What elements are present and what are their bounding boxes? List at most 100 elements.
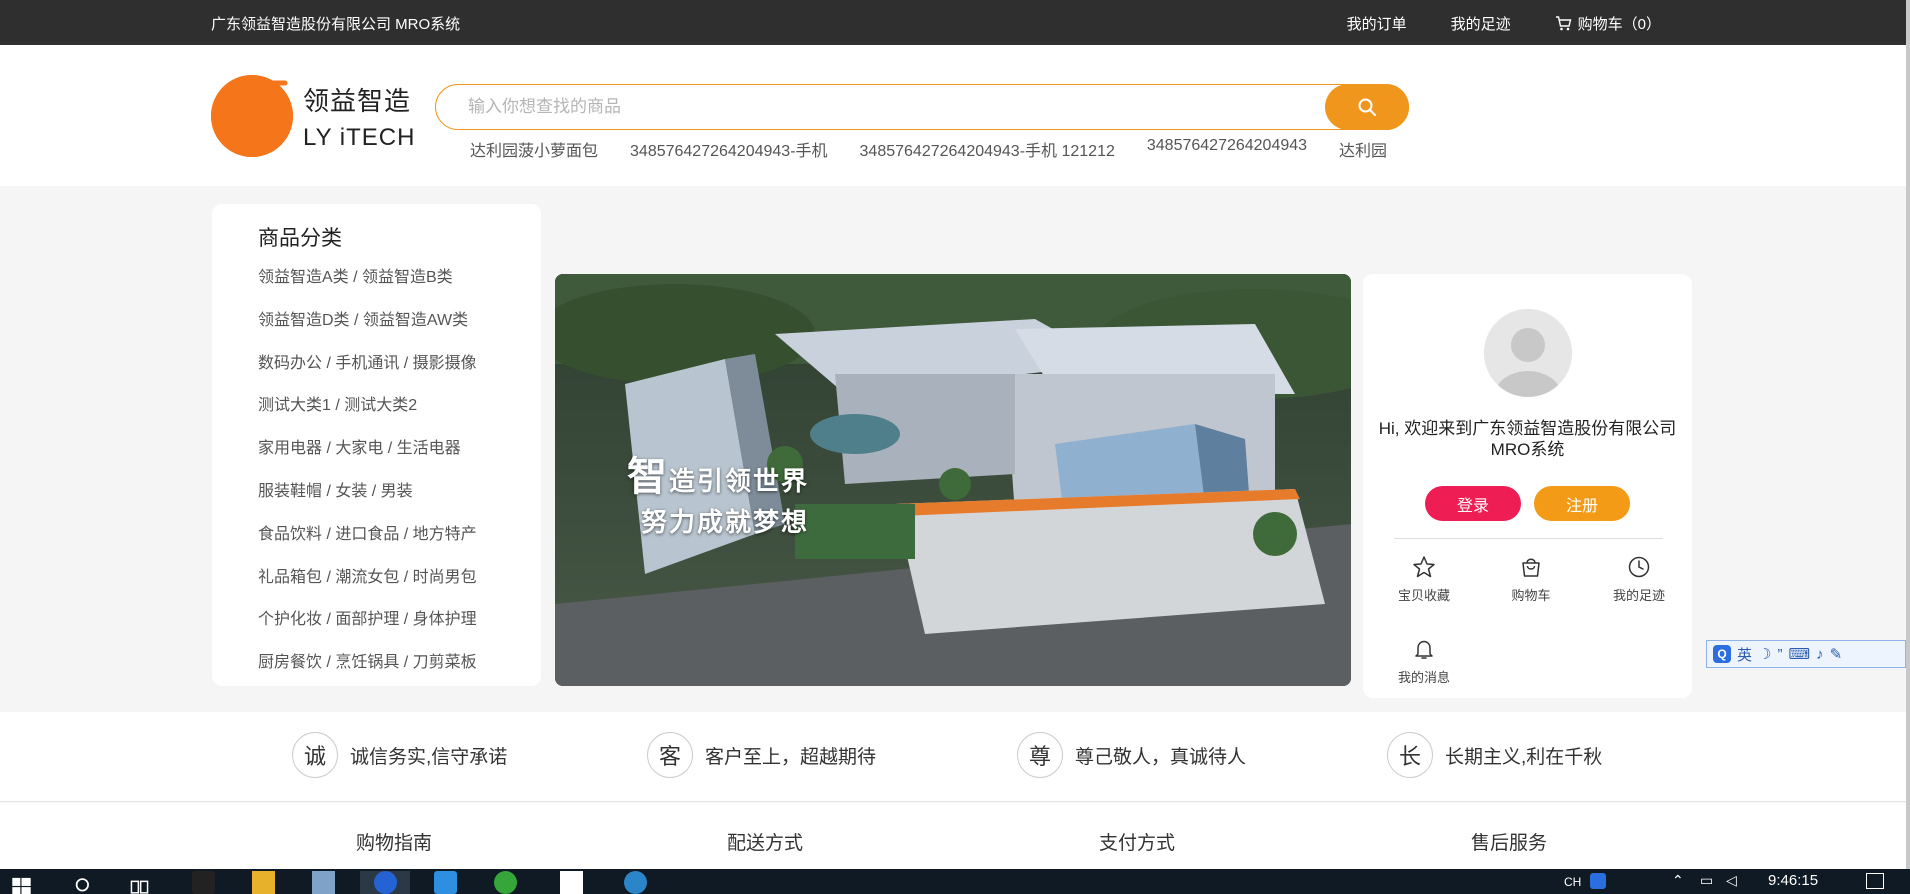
quick-favorites[interactable]: 宝贝收藏 xyxy=(1384,555,1464,604)
value-char: 尊 xyxy=(1017,732,1063,778)
cart-link[interactable]: 购物车（0） xyxy=(1555,13,1661,34)
category-item[interactable]: 个护化妆 / 面部护理 / 身体护理 xyxy=(258,605,477,648)
quick-favorites-label: 宝贝收藏 xyxy=(1397,588,1450,603)
cart-link-label: 购物车（0） xyxy=(1577,16,1661,33)
login-button[interactable]: 登录 xyxy=(1425,486,1521,521)
quick-messages-label: 我的消息 xyxy=(1397,670,1450,685)
windows-start-icon[interactable] xyxy=(10,871,33,894)
banner-slogan-big: 智 xyxy=(627,455,669,499)
hot-keyword[interactable]: 348576427264204943 xyxy=(1147,137,1307,161)
footer-link-delivery[interactable]: 配送方式 xyxy=(727,828,803,855)
value-text: 长期主义,利在千秋 xyxy=(1445,746,1603,768)
volume-icon[interactable]: ◁ xyxy=(1726,872,1737,889)
quick-footprints[interactable]: 我的足迹 xyxy=(1599,555,1679,604)
notification-icon[interactable] xyxy=(1866,873,1884,889)
register-button[interactable]: 注册 xyxy=(1534,486,1630,521)
cart-icon xyxy=(1555,16,1572,31)
moon-icon[interactable]: ☽ xyxy=(1758,645,1771,663)
search-box xyxy=(435,84,1409,130)
footer-link-guide[interactable]: 购物指南 xyxy=(356,828,432,855)
quick-cart[interactable]: 购物车 xyxy=(1491,555,1571,604)
hot-keywords: 达利园菠小萝面包 348576427264204943-手机 348576427… xyxy=(470,137,1387,161)
search-input[interactable] xyxy=(468,85,1248,129)
app-icon[interactable] xyxy=(624,871,647,894)
banner-slogan-line2: 努力成就梦想 xyxy=(641,507,810,537)
avatar xyxy=(1484,309,1572,397)
values-strip: 诚 诚信务实,信守承诺 客 客户至上，超越期待 尊 尊己敬人，真诚待人 长 长期… xyxy=(0,712,1906,802)
hot-keyword[interactable]: 达利园菠小萝面包 xyxy=(470,137,598,161)
page-scrollbar[interactable] xyxy=(1906,0,1910,869)
taskbar: CH ⌃ ▭ ◁ 9:46:15 xyxy=(0,869,1910,894)
category-item[interactable]: 家用电器 / 大家电 / 生活电器 xyxy=(258,434,477,477)
search-button[interactable] xyxy=(1325,84,1409,130)
clock-icon xyxy=(1628,556,1650,578)
header: 领益智造 LY iTECH 达利园菠小萝面包 34857642726420494… xyxy=(0,45,1906,186)
category-item[interactable]: 礼品箱包 / 潮流女包 / 时尚男包 xyxy=(258,563,477,606)
folder-icon[interactable] xyxy=(252,871,275,894)
value-item: 尊 尊己敬人，真诚待人 xyxy=(1017,732,1246,778)
footer-link-aftersales[interactable]: 售后服务 xyxy=(1471,828,1547,855)
my-orders-link[interactable]: 我的订单 xyxy=(1347,13,1407,34)
category-item[interactable]: 领益智造D类 / 领益智造AW类 xyxy=(258,306,477,349)
value-text: 客户至上，超越期待 xyxy=(705,746,877,768)
bag-icon xyxy=(1522,558,1540,577)
category-item[interactable]: 服装鞋帽 / 女装 / 男装 xyxy=(258,477,477,520)
hot-keyword[interactable]: 达利园 xyxy=(1339,137,1387,161)
logo-mark xyxy=(211,75,293,157)
search-icon[interactable] xyxy=(72,871,95,894)
welcome-text: Hi, 欢迎来到广东领益智造股份有限公司MRO系统 xyxy=(1378,419,1677,459)
ime-language[interactable]: 英 xyxy=(1737,644,1752,665)
logo[interactable]: 领益智造 LY iTECH xyxy=(211,75,415,157)
company-name: 广东领益智造股份有限公司 MRO系统 xyxy=(211,16,461,33)
app-icon[interactable] xyxy=(560,871,583,894)
chevron-up-icon[interactable]: ⌃ xyxy=(1672,872,1684,889)
punctuation-icon[interactable]: ” xyxy=(1777,646,1782,663)
app-icon[interactable] xyxy=(312,871,335,894)
value-item: 客 客户至上，超越期待 xyxy=(647,732,876,778)
category-item[interactable]: 食品饮料 / 进口食品 / 地方特产 xyxy=(258,520,477,563)
category-item[interactable]: 领益智造A类 / 领益智造B类 xyxy=(258,263,477,306)
hot-keyword[interactable]: 348576427264204943-手机 xyxy=(630,137,828,161)
divider xyxy=(1394,538,1663,539)
ime-logo-icon: Q xyxy=(1713,645,1731,663)
value-char: 长 xyxy=(1387,732,1433,778)
category-item[interactable]: 数码办公 / 手机通讯 / 摄影摄像 xyxy=(258,349,477,392)
network-icon[interactable]: ▭ xyxy=(1700,872,1713,889)
logo-text: 领益智造 LY iTECH xyxy=(303,81,415,152)
footer-link-payment[interactable]: 支付方式 xyxy=(1099,828,1175,855)
value-text: 尊己敬人，真诚待人 xyxy=(1075,746,1247,768)
ime-tray-icon[interactable] xyxy=(1590,873,1606,889)
value-text: 诚信务实,信守承诺 xyxy=(350,746,508,768)
star-icon xyxy=(1413,556,1435,578)
value-char: 诚 xyxy=(292,732,338,778)
settings-icon[interactable]: ✎ xyxy=(1830,645,1843,663)
value-char: 客 xyxy=(647,732,693,778)
banner-slogan: 智造引领世界 努力成就梦想 xyxy=(627,444,809,539)
top-links: 我的订单 我的足迹 购物车（0） xyxy=(1347,13,1661,34)
category-title: 商品分类 xyxy=(258,227,342,250)
app-icon[interactable] xyxy=(192,871,215,894)
category-item[interactable]: 测试大类1 / 测试大类2 xyxy=(258,391,477,434)
app-icon[interactable] xyxy=(494,871,517,894)
clock[interactable]: 9:46:15 xyxy=(1768,872,1818,889)
hot-keyword[interactable]: 348576427264204943-手机 121212 xyxy=(860,137,1115,161)
keyboard-icon[interactable]: ⌨ xyxy=(1788,645,1810,663)
my-footprints-link[interactable]: 我的足迹 xyxy=(1451,13,1511,34)
voice-icon[interactable]: ♪ xyxy=(1816,646,1824,663)
quick-messages[interactable]: 我的消息 xyxy=(1384,637,1464,686)
category-list: 领益智造A类 / 领益智造B类 领益智造D类 / 领益智造AW类 数码办公 / … xyxy=(258,263,477,691)
banner-slogan-line1: 造引领世界 xyxy=(669,466,810,496)
app-icon[interactable] xyxy=(434,871,457,894)
bell-icon xyxy=(1415,640,1433,659)
category-item[interactable]: 厨房餐饮 / 烹饪锅具 / 刀剪菜板 xyxy=(258,648,477,691)
browser-icon[interactable] xyxy=(374,871,397,894)
search-icon xyxy=(1358,98,1376,116)
ime-toolbar[interactable]: Q 英 ☽ ” ⌨ ♪ ✎ xyxy=(1706,640,1906,668)
task-view-icon[interactable] xyxy=(128,871,151,894)
value-item: 诚 诚信务实,信守承诺 xyxy=(292,732,507,778)
ime-tray-label[interactable]: CH xyxy=(1564,875,1581,889)
footer-links: 购物指南 配送方式 支付方式 售后服务 xyxy=(0,803,1906,869)
banner-carousel[interactable]: 智造引领世界 努力成就梦想 xyxy=(555,274,1351,686)
user-card: Hi, 欢迎来到广东领益智造股份有限公司MRO系统 登录 注册 宝贝收藏 购物车… xyxy=(1363,274,1692,698)
value-item: 长 长期主义,利在千秋 xyxy=(1387,732,1602,778)
